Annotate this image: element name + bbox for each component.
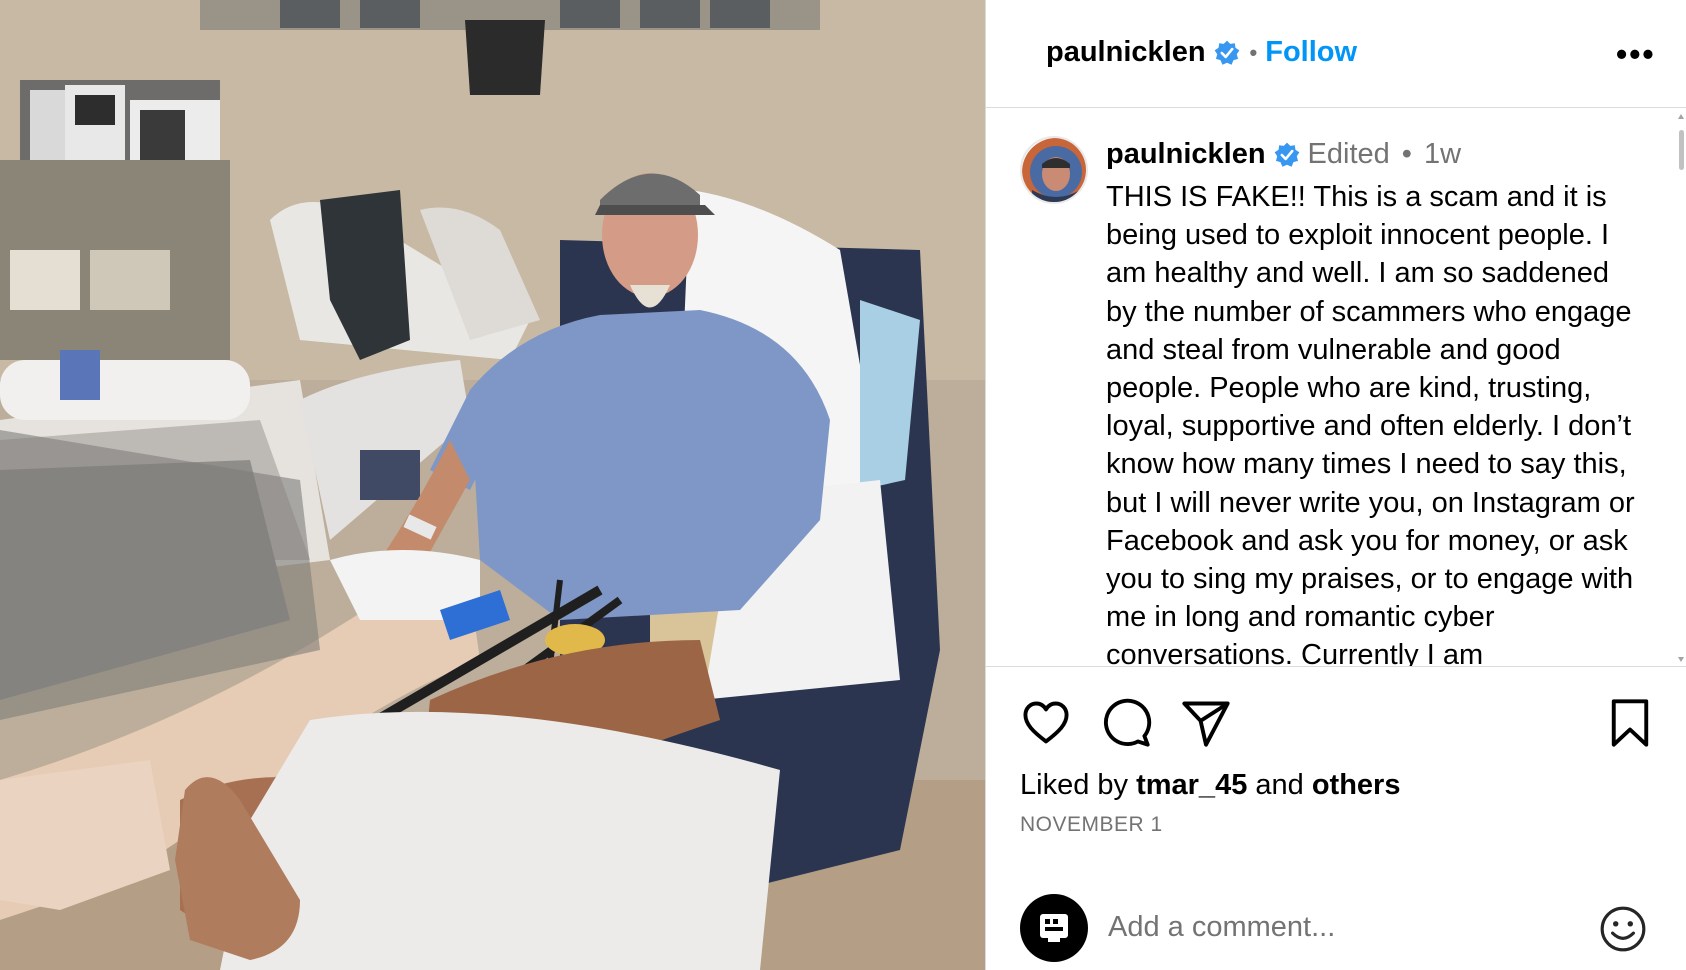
header-user: paulnicklen • Follow xyxy=(1046,36,1357,69)
more-options-button[interactable]: ••• xyxy=(1616,36,1656,73)
scrollbar-thumb[interactable] xyxy=(1679,130,1684,170)
post-time[interactable]: 1w xyxy=(1424,138,1461,171)
liker-username[interactable]: tmar_45 xyxy=(1136,769,1247,801)
header-username[interactable]: paulnicklen xyxy=(1046,36,1206,69)
verified-badge-icon xyxy=(1274,142,1299,167)
edited-label: Edited xyxy=(1307,138,1390,170)
verified-badge-icon xyxy=(1214,40,1239,65)
likes-others-link[interactable]: others xyxy=(1312,769,1401,801)
caption-text: THIS IS FAKE!! This is a scam and it is … xyxy=(1106,181,1635,666)
caption-separator: • xyxy=(1401,138,1412,170)
likes-summary: Liked by tmar_45 and others xyxy=(1020,769,1400,802)
heart-icon[interactable] xyxy=(1020,697,1072,749)
comment-icon[interactable] xyxy=(1100,697,1152,749)
scroll-down-arrow-icon[interactable] xyxy=(1678,657,1684,662)
emoji-icon[interactable] xyxy=(1598,904,1648,954)
caption-scrollbar[interactable] xyxy=(1676,112,1686,664)
author-avatar-image xyxy=(1022,138,1086,202)
post-side-panel: paulnicklen • Follow ••• paulnicklen Edi… xyxy=(985,0,1686,970)
caption-username[interactable]: paulnicklen xyxy=(1106,138,1266,171)
bookmark-icon[interactable] xyxy=(1604,697,1656,749)
scroll-up-arrow-icon[interactable] xyxy=(1678,114,1684,119)
likes-connector: and xyxy=(1255,769,1304,801)
current-user-avatar[interactable] xyxy=(1020,894,1088,962)
caption-header: paulnicklen Edited • 1w xyxy=(1106,138,1461,171)
hospital-photo-illustration xyxy=(0,0,985,970)
instagram-post-viewer: paulnicklen • Follow ••• paulnicklen Edi… xyxy=(0,0,1686,970)
send-icon[interactable] xyxy=(1180,697,1232,749)
post-header: paulnicklen • Follow ••• xyxy=(986,0,1686,108)
likes-prefix: Liked by xyxy=(1020,769,1129,801)
comment-input[interactable] xyxy=(1106,906,1560,948)
header-separator: • xyxy=(1249,39,1258,65)
user-avatar-icon xyxy=(1040,914,1068,942)
follow-button[interactable]: Follow xyxy=(1265,36,1357,69)
post-photo[interactable] xyxy=(0,0,985,970)
author-avatar[interactable] xyxy=(1020,136,1088,204)
post-date[interactable]: NOVEMBER 1 xyxy=(1020,813,1163,837)
comment-composer xyxy=(986,886,1686,970)
caption-area: paulnicklen Edited • 1w THIS IS FAKE!! T… xyxy=(986,108,1686,666)
